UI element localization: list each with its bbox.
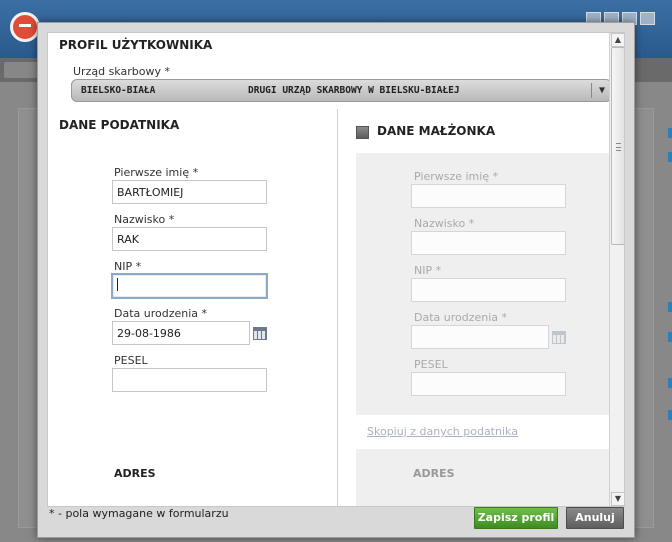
taxpayer-first-name-label: Pierwsze imię * [114, 166, 199, 179]
dialog-title: PROFIL UŻYTKOWNIKA [59, 38, 213, 52]
spouse-nip-input[interactable] [411, 278, 566, 302]
taxpayer-last-name-label: Nazwisko * [114, 213, 175, 226]
background-tab [4, 62, 38, 78]
taxpayer-first-name-input[interactable]: BARTŁOMIEJ [112, 180, 267, 204]
taxpayer-address-title: ADRES [114, 467, 156, 480]
background-edge-mark [668, 128, 672, 138]
taxpayer-birth-date-label: Data urodzenia * [114, 307, 208, 320]
background-edge-mark [668, 332, 672, 342]
taxpayer-nip-label: NIP * [114, 260, 142, 273]
grip-icon [616, 143, 621, 151]
spouse-first-name-label: Pierwsze imię * [414, 170, 499, 183]
calendar-icon[interactable] [253, 327, 267, 340]
cancel-button[interactable]: Anuluj [566, 507, 624, 529]
arrow-down-icon[interactable]: ▼ [611, 492, 624, 506]
tax-office-label: Urząd skarbowy * [73, 65, 170, 78]
taxpayer-birth-date-input[interactable]: 29-08-1986 [112, 321, 250, 345]
spouse-section-title: DANE MAŁŻONKA [377, 124, 496, 138]
dialog-scrollbar[interactable]: ▲ ▼ [609, 33, 624, 506]
taxpayer-pesel-label: PESEL [114, 354, 148, 367]
spouse-address-panel [356, 449, 609, 506]
save-profile-button[interactable]: Zapisz profil [474, 507, 558, 529]
background-edge-mark [668, 152, 672, 162]
spouse-address-title: ADRES [413, 467, 455, 480]
tax-office-select[interactable]: BIELSKO-BIAŁA DRUGI URZĄD SKARBOWY W BIE… [71, 79, 612, 102]
user-profile-dialog: PROFIL UŻYTKOWNIKA Urząd skarbowy * BIEL… [37, 22, 635, 538]
background-edge-mark [668, 410, 672, 420]
taxpayer-section-title: DANE PODATNIKA [59, 118, 180, 132]
spouse-birth-date-label: Data urodzenia * [414, 311, 508, 324]
spouse-birth-date-input[interactable] [411, 325, 549, 349]
taxpayer-pesel-input[interactable] [112, 368, 267, 392]
spouse-data-checkbox[interactable] [356, 126, 369, 139]
text-caret [117, 278, 118, 291]
required-fields-note: * - pola wymagane w formularzu [49, 507, 229, 520]
spouse-last-name-input[interactable] [411, 231, 566, 255]
close-window-icon [640, 12, 655, 25]
spouse-first-name-input[interactable] [411, 184, 566, 208]
select-separator [591, 83, 592, 98]
background-edge-mark [668, 378, 672, 388]
arrow-up-icon[interactable]: ▲ [611, 33, 624, 47]
spouse-calendar-icon[interactable] [552, 331, 566, 344]
column-divider [337, 109, 338, 506]
taxpayer-last-name-input[interactable]: RAK [112, 227, 267, 251]
chevron-down-icon[interactable]: ▼ [599, 85, 605, 96]
app-logo-icon [10, 12, 40, 42]
tax-office-city: BIELSKO-BIAŁA [81, 85, 156, 96]
spouse-pesel-input[interactable] [411, 372, 566, 396]
spouse-last-name-label: Nazwisko * [414, 217, 475, 230]
spouse-pesel-label: PESEL [414, 358, 448, 371]
scrollbar-thumb[interactable] [611, 47, 624, 245]
background-edge-mark [668, 302, 672, 312]
dialog-scroll-area: PROFIL UŻYTKOWNIKA Urząd skarbowy * BIEL… [47, 32, 625, 507]
spouse-nip-label: NIP * [414, 264, 442, 277]
taxpayer-nip-input[interactable] [111, 273, 268, 299]
tax-office-name: DRUGI URZĄD SKARBOWY W BIELSKU-BIAŁEJ [248, 85, 460, 96]
copy-from-taxpayer-link[interactable]: Skopiuj z danych podatnika [367, 425, 518, 438]
